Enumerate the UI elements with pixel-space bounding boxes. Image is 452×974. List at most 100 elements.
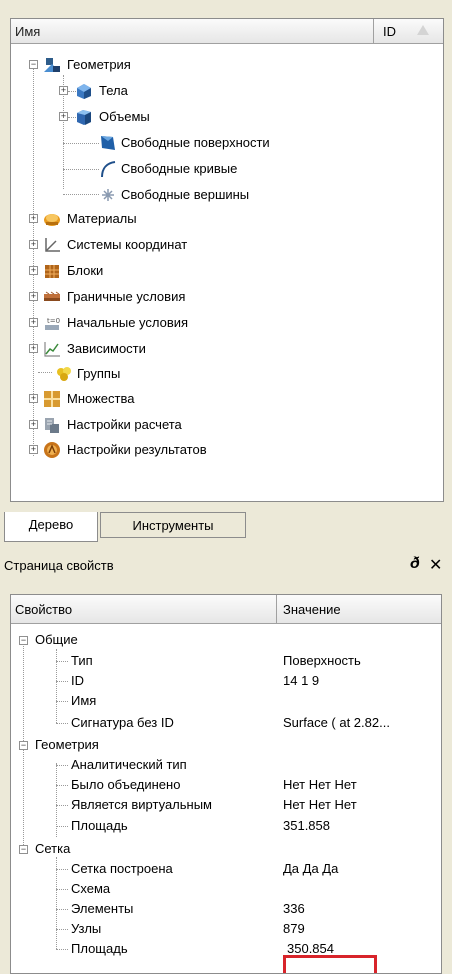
- property-name: Является виртуальным: [71, 797, 212, 812]
- tree-item-label: Множества: [67, 391, 135, 406]
- expand-icon[interactable]: +: [29, 292, 38, 301]
- property-row[interactable]: Тип Поверхность: [11, 651, 441, 671]
- tree-item-label: Свободные вершины: [121, 187, 250, 202]
- property-name: Аналитический тип: [71, 757, 187, 772]
- property-value: 336: [283, 901, 305, 916]
- tree-item-coordinate-systems[interactable]: + Системы координат: [11, 233, 443, 257]
- header-separator: [276, 595, 277, 623]
- property-row[interactable]: Имя: [11, 691, 441, 711]
- property-name: Элементы: [71, 901, 134, 916]
- groups-icon: [57, 367, 71, 381]
- tab-tree[interactable]: Дерево: [4, 512, 98, 542]
- property-group-general[interactable]: − Общие: [11, 630, 441, 650]
- close-icon[interactable]: ✕: [429, 555, 442, 575]
- property-row[interactable]: Сигнатура без ID Surface ( at 2.82...: [11, 713, 441, 733]
- blocks-icon: [45, 265, 59, 278]
- property-name: Тип: [71, 653, 93, 668]
- tab-tools[interactable]: Инструменты: [100, 512, 246, 538]
- tree-item-label: Объемы: [99, 109, 150, 124]
- header-property[interactable]: Свойство: [15, 602, 72, 617]
- free-vertices-icon: [102, 189, 114, 201]
- property-value: 14 1 9: [283, 673, 320, 688]
- tree-item-label: Тела: [99, 83, 128, 98]
- tree-item-initial-conditions[interactable]: + t=0 Начальные условия: [11, 311, 443, 335]
- tree-item-volumes[interactable]: + Объемы: [11, 105, 443, 129]
- tree-item-label: Зависимости: [67, 341, 146, 356]
- geometry-icon: [44, 58, 60, 72]
- property-row[interactable]: Площадь 351.858: [11, 816, 441, 836]
- property-value: Поверхность: [283, 653, 361, 668]
- tree-item-dependencies[interactable]: + Зависимости: [11, 337, 443, 361]
- property-name: Площадь: [71, 818, 128, 833]
- expand-icon[interactable]: +: [29, 240, 38, 249]
- tree-item-blocks[interactable]: + Блоки: [11, 259, 443, 283]
- tree-item-label: Настройки результатов: [67, 442, 207, 457]
- collapse-icon[interactable]: −: [19, 636, 28, 645]
- tree-item-label: Свободные кривые: [121, 161, 238, 176]
- restore-icon[interactable]: ð: [410, 555, 420, 573]
- tree-item-bodies[interactable]: + Тела: [11, 79, 443, 103]
- property-value: Surface ( at 2.82...: [283, 715, 390, 730]
- property-row[interactable]: Аналитический тип: [11, 755, 441, 775]
- header-separator: [373, 19, 374, 43]
- free-curves-icon: [101, 161, 116, 178]
- expand-icon[interactable]: +: [59, 112, 68, 121]
- tree-item-label: Начальные условия: [67, 315, 189, 330]
- group-label: Геометрия: [35, 737, 99, 752]
- tree-item-results-settings[interactable]: + Настройки результатов: [11, 438, 443, 462]
- expand-icon[interactable]: +: [29, 344, 38, 353]
- sort-ascending-icon: [417, 25, 429, 35]
- tree-item-sets[interactable]: + Множества: [11, 387, 443, 411]
- free-surfaces-icon: [101, 136, 115, 150]
- expand-icon[interactable]: +: [29, 394, 38, 403]
- properties-header: Свойство Значение: [11, 595, 441, 624]
- header-value[interactable]: Значение: [283, 602, 341, 617]
- tree-item-free-surfaces[interactable]: Свободные поверхности: [11, 131, 443, 155]
- collapse-icon[interactable]: −: [29, 60, 38, 69]
- collapse-icon[interactable]: −: [19, 741, 28, 750]
- tree-item-geometry[interactable]: − Геометрия: [11, 53, 443, 77]
- expand-icon[interactable]: +: [59, 86, 68, 95]
- tree-item-materials[interactable]: + Материалы: [11, 207, 443, 231]
- expand-icon[interactable]: +: [29, 445, 38, 454]
- tree-item-label: Группы: [77, 366, 121, 381]
- property-name: Сигнатура без ID: [71, 715, 174, 730]
- property-row[interactable]: Узлы 879: [11, 919, 441, 939]
- tree-item-free-curves[interactable]: Свободные кривые: [11, 157, 443, 181]
- tree-item-label: Материалы: [67, 211, 137, 226]
- expand-icon[interactable]: +: [29, 214, 38, 223]
- property-row[interactable]: Элементы 336: [11, 899, 441, 919]
- group-label: Общие: [35, 632, 78, 647]
- properties-panel: Свойство Значение − Общие Тип Поверхност…: [10, 594, 442, 974]
- tree-item-label: Свободные поверхности: [121, 135, 270, 150]
- dependencies-icon: [44, 342, 60, 357]
- property-name: Имя: [71, 693, 97, 708]
- property-row[interactable]: Сетка построена Да Да Да: [11, 859, 441, 879]
- expand-icon[interactable]: +: [29, 266, 38, 275]
- panel-tabs: Дерево Инструменты: [0, 512, 452, 542]
- property-group-mesh[interactable]: − Сетка: [11, 839, 441, 859]
- property-name: Схема: [71, 881, 111, 896]
- volumes-icon: [77, 110, 91, 125]
- property-row[interactable]: Является виртуальным Нет Нет Нет: [11, 795, 441, 815]
- tree-item-boundary-conditions[interactable]: + Граничные условия: [11, 285, 443, 309]
- expand-icon[interactable]: +: [29, 420, 38, 429]
- tree-item-groups[interactable]: Группы: [11, 362, 443, 386]
- expand-icon[interactable]: +: [29, 318, 38, 327]
- bodies-icon: [77, 84, 91, 99]
- property-group-geometry[interactable]: − Геометрия: [11, 735, 441, 755]
- svg-text:t=0: t=0: [47, 317, 60, 325]
- property-row[interactable]: ID 14 1 9: [11, 671, 441, 691]
- properties-page-title: Страница свойств: [4, 558, 114, 573]
- property-row[interactable]: Схема: [11, 879, 441, 899]
- tree-header-id[interactable]: ID: [383, 24, 396, 39]
- calc-settings-icon: [45, 418, 59, 433]
- coordinate-systems-icon: [45, 238, 60, 252]
- property-name: Узлы: [71, 921, 102, 936]
- tree-item-calc-settings[interactable]: + Настройки расчета: [11, 413, 443, 437]
- sets-icon: [44, 391, 60, 407]
- tree-item-free-vertices[interactable]: Свободные вершины: [11, 183, 443, 207]
- property-row[interactable]: Было объединено Нет Нет Нет: [11, 775, 441, 795]
- tree-header-name[interactable]: Имя: [15, 24, 40, 39]
- collapse-icon[interactable]: −: [19, 845, 28, 854]
